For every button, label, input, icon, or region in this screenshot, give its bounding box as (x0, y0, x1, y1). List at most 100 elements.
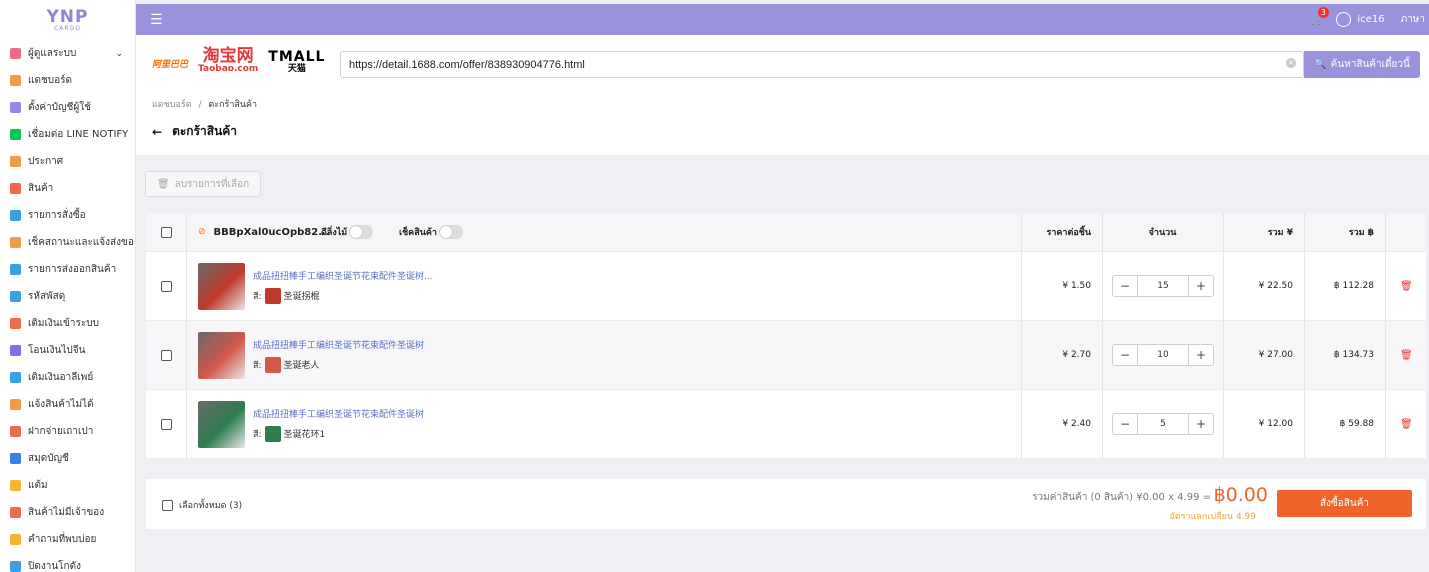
sidebar-item-3[interactable]: เชื่อมต่อ LINE NOTIFY (0, 121, 135, 148)
cart-badge: 3 (1317, 7, 1329, 18)
faq-icon (10, 534, 21, 545)
product-name[interactable]: 成品扭扭棒手工编织圣诞节花束配件圣诞树... (253, 269, 433, 282)
product-thumbnail[interactable] (198, 262, 245, 310)
row-total-thb: ฿ 59.88 (1339, 419, 1374, 429)
quantity-stepper: −5 + (1112, 413, 1214, 435)
sidebar-item-label: สินค้าไม่มีเจ้าของ (28, 507, 105, 518)
breadcrumb-sep: / (198, 100, 202, 110)
table-row: 成品扭扭棒手工编织圣诞节花束配件圣诞树 สี: 圣诞花环1 ¥ 2.40 −5 + ¥ 12… (146, 389, 1426, 458)
breadcrumb-home[interactable]: แดชบอร์ด (152, 100, 192, 110)
logo-1688[interactable]: 阿里巴巴 (152, 57, 188, 70)
shop-checkbox[interactable] (161, 226, 172, 238)
select-all-label: เลือกทั้งหมด (3) (179, 501, 243, 511)
sidebar-item-14[interactable]: ฝากจ่ายเถาเปา (0, 418, 135, 445)
username[interactable]: ice16 (1357, 14, 1384, 25)
delete-selected-label: ลบรายการที่เลือก (174, 178, 250, 190)
variant-label: สี: (253, 291, 262, 302)
place-order-button[interactable]: สั่งซื้อสินค้า (1277, 490, 1412, 517)
product-thumbnail[interactable] (198, 331, 245, 379)
shop-1688-icon: ⊘ (198, 227, 206, 237)
logo-taobao[interactable]: 淘宝网 Taobao.com (198, 46, 258, 76)
increment-button[interactable]: + (1189, 414, 1213, 434)
sidebar-item-2[interactable]: ตั้งค่าบัญชีผู้ใช้ (0, 94, 135, 121)
chevron-down-icon[interactable]: ⌄ (115, 49, 123, 59)
increment-button[interactable]: + (1189, 345, 1213, 365)
toggle-delay[interactable] (349, 225, 374, 239)
decrement-button[interactable]: − (1113, 345, 1137, 365)
trash-icon[interactable]: 🗑 (1400, 281, 1413, 292)
cart-icon[interactable]: 🛒 3 (1311, 7, 1329, 26)
toggle-check[interactable] (438, 225, 463, 239)
total-value: ฿0.00 (1213, 484, 1268, 506)
total-text: รวมค่าสินค้า (0 สินค้า) ¥0.00 x 4.99 = (1032, 492, 1211, 503)
sidebar-item-label: คำถามที่พบบ่อย (28, 534, 97, 545)
sidebar-item-label: เช็คสถานะและแจ้งส่งของ (28, 237, 136, 248)
product-name[interactable]: 成品扭扭棒手工编织圣诞节花束配件圣诞树 (253, 407, 424, 420)
sidebar-item-7[interactable]: เช็คสถานะและแจ้งส่งของ (0, 229, 135, 256)
sidebar-item-19[interactable]: ปิดงานโกดัง (0, 553, 135, 572)
truck-icon (10, 237, 21, 248)
sidebar-item-6[interactable]: รายการสั่งซื้อ (0, 202, 135, 229)
sidebar-item-9[interactable]: รหัสพัสดุ (0, 283, 135, 310)
logo-tmall[interactable]: TMALL 天猫 (268, 50, 325, 75)
table-row: 成品扭扭棒手工编织圣诞节花束配件圣诞树... สี: 圣诞拐棍 ¥ 1.50 −15 + ¥… (146, 251, 1426, 320)
variant-thumbnail (264, 425, 281, 442)
sidebar-item-16[interactable]: แต้ม (0, 472, 135, 499)
sidebar-item-4[interactable]: ประกาศ (0, 148, 135, 175)
clear-icon[interactable]: × (1286, 58, 1296, 68)
quantity-value[interactable]: 5 (1137, 414, 1189, 434)
delete-selected-button[interactable]: 🗑 ลบรายการที่เลือก (145, 171, 261, 197)
sidebar-item-8[interactable]: รายการส่งออกสินค้า (0, 256, 135, 283)
sidebar-item-11[interactable]: โอนเงินไปจีน (0, 337, 135, 364)
grid-icon (10, 48, 21, 59)
select-all[interactable]: เลือกทั้งหมด (3) (162, 498, 242, 512)
taobao-cn: 淘宝网 (202, 46, 254, 66)
select-all-checkbox[interactable] (162, 499, 173, 511)
variant-value: 圣诞拐棍 (283, 292, 320, 302)
decrement-button[interactable]: − (1113, 414, 1137, 434)
variant-thumbnail (264, 356, 281, 373)
sidebar-item-5[interactable]: สินค้า (0, 175, 135, 202)
shop-name[interactable]: BBBpXal0ucOpb82... (214, 227, 330, 238)
quantity-value[interactable]: 10 (1137, 345, 1189, 365)
sidebar-item-1[interactable]: แดชบอร์ด (0, 67, 135, 94)
url-input[interactable] (340, 51, 1304, 78)
decrement-button[interactable]: − (1113, 276, 1137, 296)
sidebar-item-label: ผู้ดูแลระบบ (28, 48, 77, 59)
search-button[interactable]: 🔍 ค้นหาสินค้าเดี๋ยวนี้ (1304, 51, 1420, 78)
cart-summary: เลือกทั้งหมด (3) รวมค่าสินค้า (0 สินค้า)… (146, 479, 1426, 529)
sidebar-item-0[interactable]: ผู้ดูแลระบบ ⌄ (0, 40, 135, 67)
trash-icon[interactable]: 🗑 (1400, 419, 1413, 430)
sidebar-item-10[interactable]: เติมเงินเข้าระบบ (0, 310, 135, 337)
product-name[interactable]: 成品扭扭棒手工编织圣诞节花束配件圣诞树 (253, 338, 424, 351)
row-checkbox[interactable] (161, 280, 172, 292)
page-title: ← ตะกร้าสินค้า (152, 122, 237, 141)
trash-icon[interactable]: 🗑 (1400, 350, 1413, 361)
sidebar-item-18[interactable]: คำถามที่พบบ่อย (0, 526, 135, 553)
row-total-cny: ¥ 22.50 (1258, 281, 1293, 291)
language-selector[interactable]: ภาษา (1401, 12, 1425, 27)
table-row: 成品扭扭棒手工编织圣诞节花束配件圣诞树 สี: 圣诞老人 ¥ 2.70 −10 + ¥ 27… (146, 320, 1426, 389)
menu-toggle-icon[interactable]: ☰ (150, 12, 163, 28)
row-checkbox[interactable] (161, 349, 172, 361)
row-total-thb: ฿ 134.73 (1333, 350, 1374, 360)
row-total-cny: ¥ 12.00 (1258, 419, 1293, 429)
quantity-stepper: −15 + (1112, 275, 1214, 297)
row-checkbox[interactable] (161, 418, 172, 430)
sidebar-item-12[interactable]: เติมเงินอาลีเพย์ (0, 364, 135, 391)
product-thumbnail[interactable] (198, 400, 245, 448)
sidebar-item-15[interactable]: สมุดบัญชี (0, 445, 135, 472)
search-icon: 🔍 (1314, 59, 1327, 70)
quantity-value[interactable]: 15 (1137, 276, 1189, 296)
sidebar-item-13[interactable]: แจ้งสินค้าไม่ได้ (0, 391, 135, 418)
sidebar-item-17[interactable]: สินค้าไม่มีเจ้าของ (0, 499, 135, 526)
sidebar-item-label: สมุดบัญชี (28, 453, 69, 464)
back-arrow-icon[interactable]: ← (152, 125, 162, 139)
report-icon (10, 399, 21, 410)
piggy-icon (10, 318, 21, 329)
chart-icon (10, 75, 21, 86)
increment-button[interactable]: + (1189, 276, 1213, 296)
logo[interactable]: YNP CARGO (0, 0, 135, 40)
avatar[interactable] (1336, 12, 1352, 27)
sidebar-item-label: เติมเงินอาลีเพย์ (28, 372, 94, 383)
